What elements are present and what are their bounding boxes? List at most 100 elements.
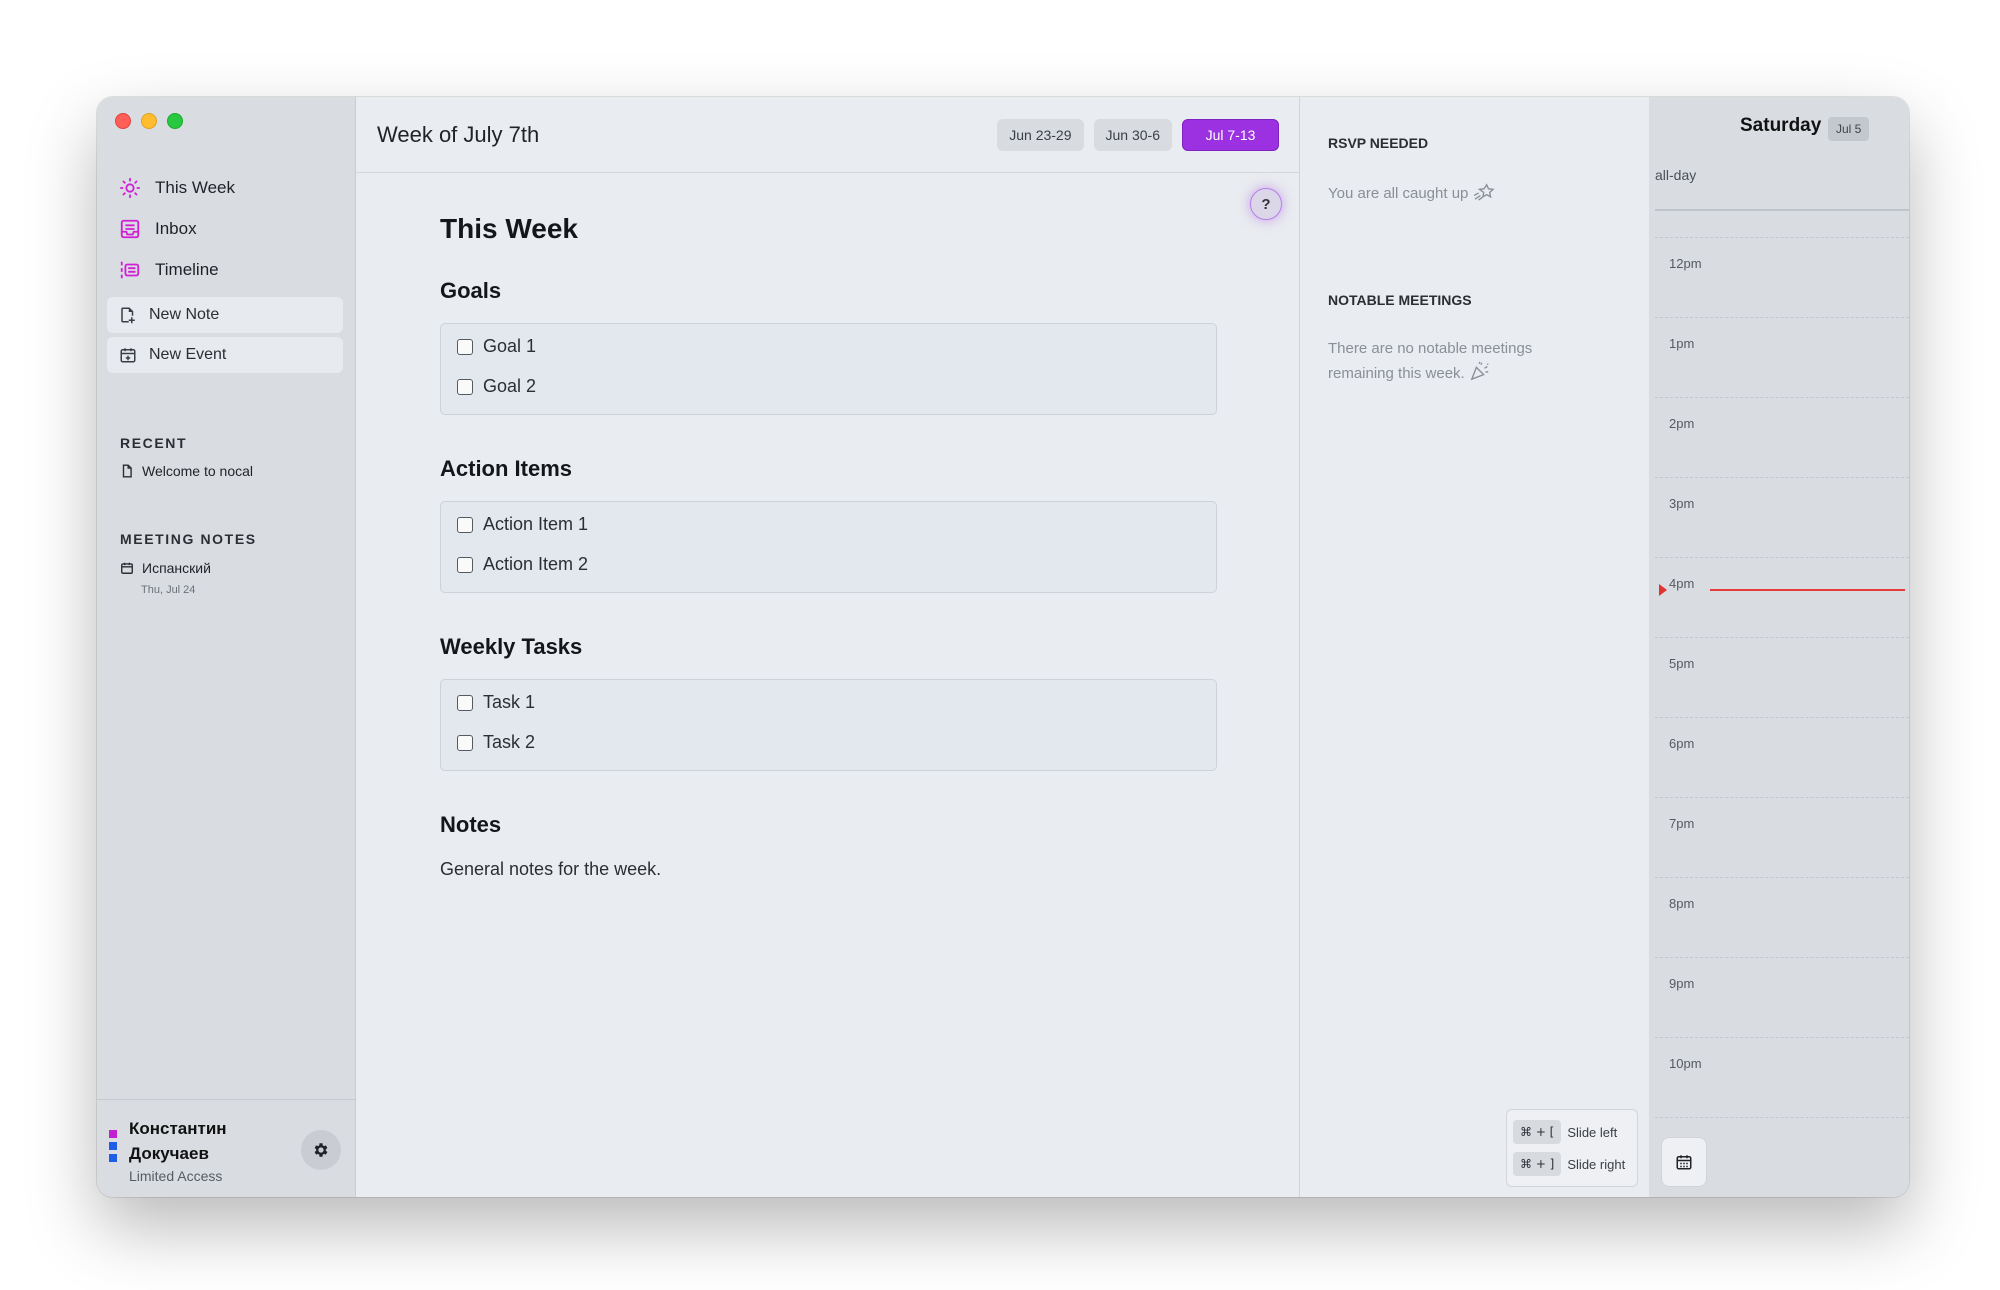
all-day-divider [1655,209,1909,211]
sidebar-nav: This Week Inbox Timeline [115,167,343,290]
section-heading-weekly-tasks: Weekly Tasks [440,634,583,659]
day-calendar: Saturday Jul 5 all-day 12pm 1pm 2pm 3pm 4pm 5… [1649,97,1909,1197]
checklist-item-label: Goal 1 [483,336,537,356]
week-button-jun-23-29[interactable]: Jun 23-29 [997,119,1084,151]
help-button[interactable]: ? [1250,188,1282,220]
zoom-window-button[interactable] [167,113,183,129]
minimize-window-button[interactable] [141,113,157,129]
hour-line [1655,957,1909,958]
calendar-icon [1676,1155,1692,1170]
close-window-button[interactable] [115,113,131,129]
checkbox[interactable] [457,734,473,751]
rsvp-heading: RSVP NEEDED [1328,135,1429,151]
sidebar-item-label: This Week [155,177,235,197]
hour-label: 7pm [1669,816,1695,831]
hour-label: 5pm [1669,656,1695,671]
window-controls [115,113,183,129]
hour-label: 3pm [1669,496,1695,511]
hour-line [1655,237,1909,238]
checkbox[interactable] [457,378,473,395]
checklist-item[interactable]: Goal 2 [457,376,536,397]
checkbox[interactable] [457,556,473,573]
hour-line [1655,877,1909,878]
hour-line [1655,397,1909,398]
sidebar-item-timeline[interactable]: Timeline [115,249,343,290]
section-heading-action-items: Action Items [440,456,573,481]
hour-line [1655,637,1909,638]
checklist-item[interactable]: Task 1 [457,692,535,713]
notable-meetings-heading: NOTABLE MEETINGS [1328,292,1472,308]
party-popper-icon [1470,361,1489,381]
rsvp-status: You are all caught up [1328,182,1588,206]
rsvp-status-text: You are all caught up [1328,185,1469,202]
calendar-toggle-button[interactable] [1661,1137,1707,1187]
checklist-item-label: Action Item 2 [483,554,589,574]
calendar-icon [121,562,133,574]
document-title: This Week [440,213,578,244]
info-panel: RSVP NEEDED You are all caught up NOTABL… [1300,97,1649,1197]
new-note-button[interactable]: New Note [107,297,343,333]
recent-item[interactable]: Welcome to nocal [120,463,253,479]
gear-icon [314,1143,328,1157]
user-color-bars [109,1130,117,1166]
sidebar-item-this-week[interactable]: This Week [115,167,343,208]
user-name: Константин Докучаев [129,1119,227,1163]
app-window: This Week Inbox Timeline New Note New Ev… [97,97,1909,1197]
notes-text[interactable]: General notes for the week. [440,859,661,880]
checklist-item[interactable]: Action Item 1 [457,514,588,535]
week-button-jun-30-6[interactable]: Jun 30-6 [1093,119,1172,151]
keyboard-shortcuts: ⌘ + [ Slide left ⌘ + ] Slide right [1506,1109,1638,1187]
checkbox[interactable] [457,516,473,533]
inbox-icon [120,219,140,238]
hour-label: 8pm [1669,896,1695,911]
user-profile: Константин Докучаев Limited Access [97,1099,356,1197]
hour-label: 9pm [1669,976,1695,991]
recent-item-label: Welcome to nocal [142,463,254,479]
notable-meetings-status: There are no notable meetings remaining … [1328,337,1588,386]
checklist-item-label: Goal 2 [483,376,537,396]
hour-line [1655,1037,1909,1038]
shortcut-label: Slide left [1567,1124,1618,1140]
hour-label: 1pm [1669,336,1695,351]
recent-heading: RECENT [120,435,188,451]
section-heading-goals: Goals [440,278,502,303]
checkbox[interactable] [457,694,473,711]
new-event-button[interactable]: New Event [107,337,343,373]
checklist-item-label: Task 1 [483,692,536,712]
week-switcher: Jun 23-29 Jun 30-6 Jul 7-13 [997,119,1279,151]
week-button-jul-7-13[interactable]: Jul 7-13 [1182,119,1279,151]
shortcut-label: Slide right [1567,1156,1626,1172]
meeting-note-label: Испанский [142,560,211,576]
hour-line [1655,477,1909,478]
meeting-notes-heading: MEETING NOTES [120,531,257,547]
settings-button[interactable] [301,1130,341,1170]
calendar-add-icon [120,348,136,363]
all-day-label: all-day [1655,167,1697,183]
sun-icon [119,177,141,198]
checklist-item[interactable]: Task 2 [457,732,535,753]
main-editor: Week of July 7th Jun 23-29 Jun 30-6 Jul … [356,97,1300,1197]
current-time-line [1710,589,1905,592]
hour-label: 4pm [1669,576,1695,591]
shortcut-slide-right: ⌘ + ] Slide right [1513,1152,1625,1176]
shortcut-keys: ⌘ + ] [1513,1152,1562,1176]
shortcut-slide-left: ⌘ + [ Slide left [1513,1120,1617,1144]
current-time-marker [1659,584,1667,597]
hour-line [1655,797,1909,798]
meeting-note-item[interactable]: Испанский [120,560,211,576]
checklist-item[interactable]: Goal 1 [457,336,536,357]
hour-line [1655,317,1909,318]
sidebar-item-inbox[interactable]: Inbox [115,208,343,249]
hour-line [1655,557,1909,558]
new-note-label: New Note [149,306,220,323]
checkbox[interactable] [457,338,473,355]
checklist-goals: Goal 1 Goal 2 [440,323,1217,415]
meeting-note-date: Thu, Jul 24 [141,584,196,596]
date-badge: Jul 5 [1828,117,1870,141]
shortcut-keys: ⌘ + [ [1513,1120,1562,1144]
sparkle-star-icon [1473,183,1495,201]
checklist-item[interactable]: Action Item 2 [457,554,588,575]
checklist-item-label: Action Item 1 [483,514,589,534]
hour-label: 12pm [1669,256,1702,271]
section-heading-notes: Notes [440,812,502,837]
